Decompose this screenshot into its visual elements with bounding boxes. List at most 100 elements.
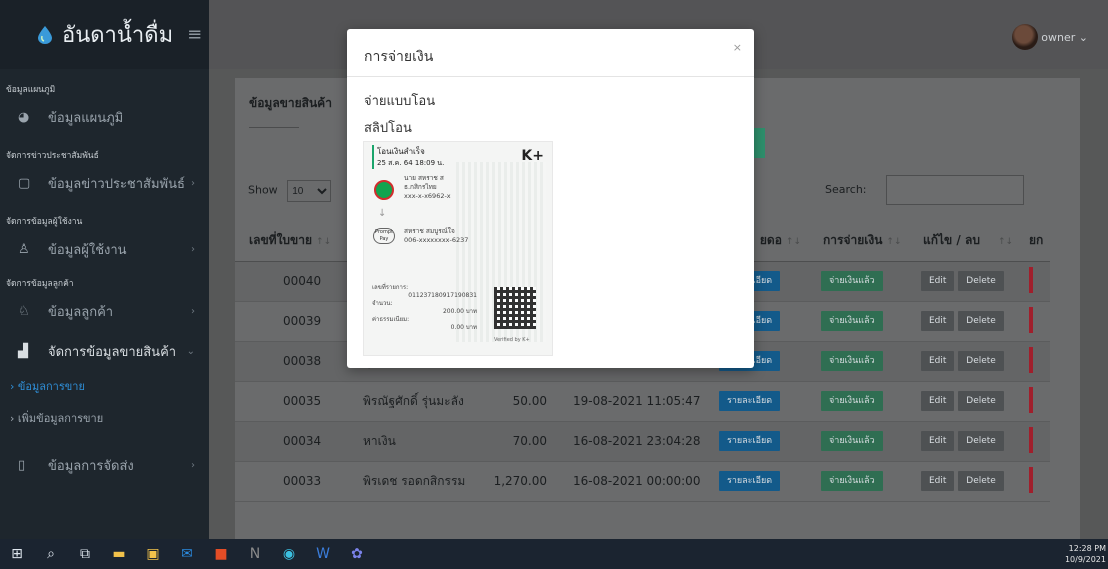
shopping-bag-icon: ▟ [18,343,28,359]
search-input[interactable] [886,175,1024,205]
edit-button[interactable]: Edit [921,391,955,411]
cell-cancel [1015,421,1050,462]
onenote-icon[interactable]: N [238,539,272,569]
sidebar-item-sales[interactable]: ▟ จัดการข้อมูลขายสินค้า ⌄ [0,331,209,371]
header-label: ยดอ [759,233,782,248]
sidebar-section-chart: ข้อมูลแผนภูมิ [6,85,56,95]
chevron-right-icon: › [191,243,195,255]
slip-date: 25 ส.ค. 64 18:09 น. [377,159,445,167]
chevron-down-icon: ⌄ [186,345,195,357]
col-header-invoice[interactable]: เลขที่ใบขาย ↑↓ [235,221,351,262]
cancel-button[interactable] [1029,266,1033,293]
cell-date: 16-08-2021 00:00:00 [559,461,709,502]
cell-detail: รายละเอียด [709,381,809,422]
close-icon[interactable]: × [733,41,742,54]
edit-button[interactable]: Edit [921,471,955,491]
delete-button[interactable]: Delete [958,351,1004,371]
sidebar-item-news[interactable]: ▢ ข้อมูลข่าวประชาสัมพันธ์ › [0,163,209,203]
paid-button[interactable]: จ่ายเงินแล้ว [821,431,883,451]
sidebar-item-label: ข้อมูลผู้ใช้งาน [48,242,127,258]
cell-detail: รายละเอียด [709,461,809,502]
sidebar-item-label: จัดการข้อมูลขายสินค้า [48,344,177,360]
sidebar-item-chart[interactable]: ◕ ข้อมูลแผนภูมิ [0,97,209,137]
search-icon[interactable]: ⌕ [34,539,68,569]
header-label: ยก [1029,233,1044,248]
cell-actions: Edit Delete [909,421,1015,462]
col-header-payment[interactable]: การจ่ายเงิน ↑↓ [809,221,909,262]
sender-name: นาย สหราช ส [404,174,444,182]
hamburger-menu-icon[interactable]: ≡ [187,24,202,45]
slip-receiver: สหราช สมบูรณ์ใจ 006-xxxxxxxx-6237 [404,227,468,245]
detail-button[interactable]: รายละเอียด [719,431,781,451]
chevron-right-icon: › [191,459,195,471]
sidebar-item-label: ข้อมูลการจัดส่ง [48,458,134,474]
edit-button[interactable]: Edit [921,311,955,331]
cancel-button[interactable] [1029,426,1033,453]
edit-button[interactable]: Edit [921,351,955,371]
sidebar-item-customers[interactable]: ♘ ข้อมูลลูกค้า › [0,291,209,331]
sidebar-item-delivery[interactable]: ▯ ข้อมูลการจัดส่ง › [0,445,209,485]
sidebar-subitem-add-sale[interactable]: › เพิ่มข้อมูลการขาย [0,403,209,435]
edit-button[interactable]: Edit [921,271,955,291]
user-icon: ♙ [18,241,30,257]
users-icon: ♘ [18,303,30,319]
modal-header: การจ่ายเงิน × [347,29,754,77]
paid-button[interactable]: จ่ายเงินแล้ว [821,271,883,291]
paid-button[interactable]: จ่ายเงินแล้ว [821,351,883,371]
sidebar-item-users[interactable]: ♙ ข้อมูลผู้ใช้งาน › [0,229,209,269]
clock[interactable]: 12:28 PM 10/9/2021 [1065,543,1106,565]
modal-title: การจ่ายเงิน [364,49,434,65]
delete-button[interactable]: Delete [958,391,1004,411]
slip-label: สลิปโอน [364,121,412,136]
receiver-name: สหราช สมบูรณ์ใจ [404,227,455,235]
teams-icon[interactable]: ✿ [340,539,374,569]
sender-bank: ธ.กสิกรไทย [404,183,437,191]
cancel-button[interactable] [1029,306,1033,333]
kasikorn-logo-icon [374,180,394,200]
col-header-cancel[interactable]: ยก [1015,221,1050,262]
cell-cancel [1015,381,1050,422]
store-icon[interactable]: ▣ [136,539,170,569]
delete-button[interactable]: Delete [958,311,1004,331]
sidebar-item-label: ข้อมูลลูกค้า [48,304,114,320]
windows-start-icon[interactable]: ⊞ [0,539,34,569]
cell-cancel [1015,301,1050,342]
user-menu[interactable]: owner ⌄ [1041,31,1088,44]
mail-icon[interactable]: ✉ [170,539,204,569]
amount-label: จำนวน: [372,300,393,307]
file-explorer-icon[interactable]: ▬ [102,539,136,569]
cell-actions: Edit Delete [909,341,1015,382]
cell-cancel [1015,341,1050,382]
cancel-button[interactable] [1029,466,1033,493]
sort-icon: ↑↓ [785,237,801,248]
detail-button[interactable]: รายละเอียด [719,471,781,491]
verified-text: Verified by K+ [494,337,530,343]
cell-payment: จ่ายเงินแล้ว [809,461,909,502]
clock-time: 12:28 PM [1068,544,1106,553]
edit-button[interactable]: Edit [921,431,955,451]
cell-invoice: 00040 [235,261,351,302]
table-row: 00033 พิรเดช รอดกสิกรรม 1,270.00 16-08-2021… [235,461,1050,502]
cell-date: 19-08-2021 11:05:47 [559,381,709,422]
cancel-button[interactable] [1029,346,1033,373]
detail-button[interactable]: รายละเอียด [719,391,781,411]
delete-button[interactable]: Delete [958,271,1004,291]
edge-icon[interactable]: ◉ [272,539,306,569]
page-length-select[interactable]: 10 [287,180,332,202]
avatar[interactable] [1012,24,1038,50]
paid-button[interactable]: จ่ายเงินแล้ว [821,471,883,491]
cell-invoice: 00033 [235,461,351,502]
header-label: เลขที่ใบขาย [249,233,313,248]
task-view-icon[interactable]: ⧉ [68,539,102,569]
paid-button[interactable]: จ่ายเงินแล้ว [821,391,883,411]
delete-button[interactable]: Delete [958,471,1004,491]
word-icon[interactable]: W [306,539,340,569]
office-icon[interactable]: ■ [204,539,238,569]
cancel-button[interactable] [1029,386,1033,413]
col-header-edit[interactable]: แก้ไข / ลบ ↑↓ [909,221,1015,262]
delete-button[interactable]: Delete [958,431,1004,451]
paid-button[interactable]: จ่ายเงินแล้ว [821,311,883,331]
sidebar-subitem-sales-data[interactable]: › ข้อมูลการขาย [0,371,209,403]
sidebar: อันดาน้ำดื่ม ≡ ข้อมูลแผนภูมิ ◕ ข้อมูลแผน… [0,0,209,539]
table-row: 00034 หาเงิน 70.00 16-08-2021 23:04:28 รายละ… [235,421,1050,462]
